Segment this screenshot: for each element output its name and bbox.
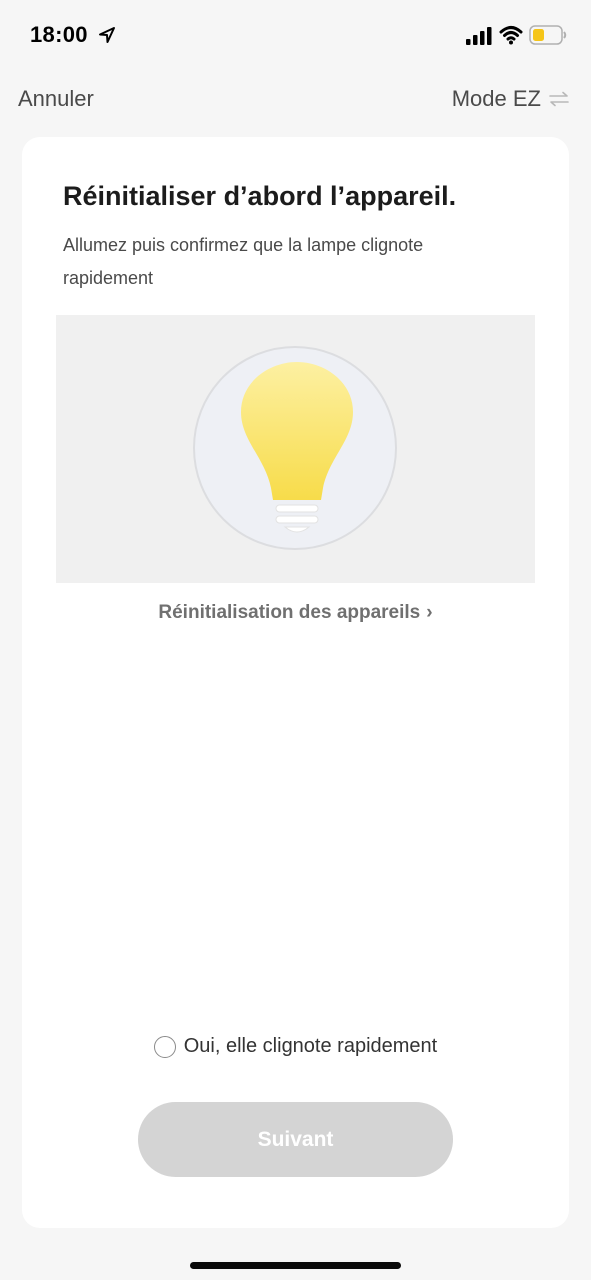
screen: 18:00 Annuler Mode EZ Réinitialiser d’ab…: [0, 0, 591, 1280]
cellular-signal-icon: [466, 27, 492, 45]
swap-arrows-icon: [549, 91, 569, 107]
page-title: Réinitialiser d’abord l’appareil.: [63, 181, 457, 211]
home-indicator: [190, 1262, 401, 1269]
location-arrow-icon: [99, 27, 115, 43]
mode-switch-button[interactable]: Mode EZ: [452, 86, 569, 112]
reset-link-label: Réinitialisation des appareils: [158, 602, 421, 623]
next-button[interactable]: Suivant: [138, 1102, 453, 1177]
wifi-icon: [499, 26, 523, 45]
confirm-blinking-option[interactable]: Oui, elle clignote rapidement: [22, 1035, 569, 1058]
confirm-label: Oui, elle clignote rapidement: [183, 1035, 438, 1057]
status-time: 18:00: [30, 22, 88, 47]
battery-icon: [529, 25, 567, 45]
instruction-text: Allumez puis confirmez que la lampe clig…: [63, 235, 424, 288]
reset-instructions-card: Réinitialiser d’abord l’appareil. Allume…: [22, 137, 569, 1228]
cancel-button[interactable]: Annuler: [18, 86, 94, 112]
light-bulb-icon: [241, 362, 353, 533]
chevron-right-icon: ›: [426, 602, 433, 623]
status-bar: 18:00: [0, 0, 591, 70]
device-reset-help-link[interactable]: Réinitialisation des appareils ›: [22, 602, 569, 624]
bulb-illustration: [56, 315, 535, 583]
bulb-circle: [193, 346, 397, 550]
confirm-radio[interactable]: [153, 1035, 176, 1058]
mode-label: Mode EZ: [451, 86, 541, 111]
